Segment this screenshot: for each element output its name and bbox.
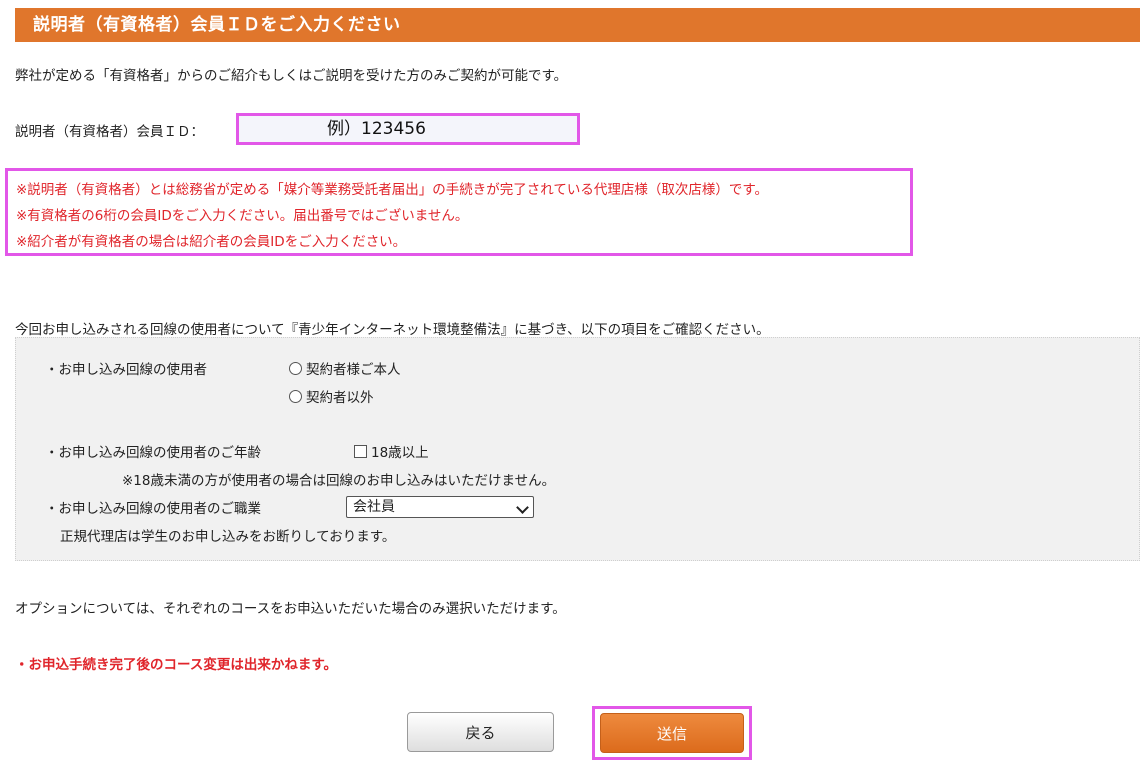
job-note: 正規代理店は学生のお申し込みをお断りしております。	[60, 529, 396, 545]
course-change-warning: ・お申込手続き完了後のコース変更は出来かねます。	[15, 657, 337, 673]
radio-circle-icon[interactable]	[289, 361, 302, 375]
member-id-input[interactable]	[239, 116, 577, 142]
options-note: オプションについては、それぞれのコースをお申込いただいた場合のみ選択いただけます…	[15, 601, 566, 617]
submit-button-highlight: 送信	[592, 706, 752, 760]
section-header: 説明者（有資格者）会員ＩＤをご入力ください	[15, 8, 1140, 42]
age-checkbox[interactable]: 18歳以上	[354, 441, 429, 461]
job-select[interactable]: 会社員	[346, 496, 534, 518]
submit-button[interactable]: 送信	[600, 713, 744, 753]
job-select-value: 会社員	[353, 499, 395, 515]
job-label: ・お申し込み回線の使用者のご職業	[45, 501, 261, 517]
note-line: ※有資格者の6桁の会員IDをご入力ください。届出番号ではございません。	[16, 208, 469, 224]
chevron-down-icon	[516, 501, 529, 514]
age-note: ※18歳未満の方が使用者の場合は回線のお申し込みはいただけません。	[122, 473, 556, 489]
checkbox-icon[interactable]	[354, 444, 367, 458]
radio-self-label: 契約者様ご本人	[306, 362, 401, 378]
intro-text: 弊社が定める「有資格者」からのご紹介もしくはご説明を受けた方のみご契約が可能です…	[15, 68, 568, 84]
radio-other[interactable]: 契約者以外	[289, 386, 374, 406]
member-id-field-highlight	[236, 113, 580, 145]
youth-law-intro: 今回お申し込みされる回線の使用者について『青少年インターネット環境整備法』に基づ…	[15, 322, 770, 338]
note-line: ※説明者（有資格者）とは総務省が定める「媒介等業務受託者届出」の手続きが完了され…	[16, 182, 769, 198]
age-checkbox-label: 18歳以上	[371, 445, 429, 461]
age-label: ・お申し込み回線の使用者のご年齢	[45, 445, 261, 461]
back-button[interactable]: 戻る	[407, 712, 554, 752]
note-line: ※紹介者が有資格者の場合は紹介者の会員IDをご入力ください。	[16, 234, 407, 250]
radio-other-label: 契約者以外	[306, 390, 374, 406]
radio-self[interactable]: 契約者様ご本人	[289, 358, 401, 378]
notes-box: ※説明者（有資格者）とは総務省が定める「媒介等業務受託者届出」の手続きが完了され…	[5, 168, 913, 256]
radio-circle-icon[interactable]	[289, 389, 302, 403]
member-id-label: 説明者（有資格者）会員ＩＤ：	[15, 124, 204, 140]
user-label: ・お申し込み回線の使用者	[45, 362, 207, 378]
